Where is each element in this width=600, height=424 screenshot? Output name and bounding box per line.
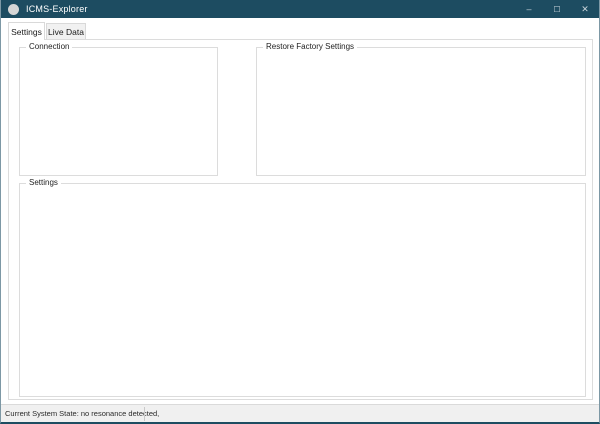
minimize-icon[interactable]: – <box>515 0 543 18</box>
close-icon[interactable]: ✕ <box>571 0 599 18</box>
system-state-text: Current System State: no resonance detec… <box>5 409 159 418</box>
connection-group-label: Connection <box>26 42 72 51</box>
title-bar: ICMS-Explorer – ☐ ✕ <box>1 0 599 18</box>
status-bar: Current System State: no resonance detec… <box>1 404 599 422</box>
settings-group-label: Settings <box>26 178 61 187</box>
app-icon <box>8 4 19 15</box>
window-title: ICMS-Explorer <box>26 4 88 14</box>
window-controls: – ☐ ✕ <box>515 0 599 18</box>
connection-group: Connection <box>19 47 218 176</box>
restore-factory-group: Restore Factory Settings <box>256 47 586 176</box>
app-window: ICMS-Explorer – ☐ ✕ Settings Live Data C… <box>0 0 600 424</box>
tab-live-data[interactable]: Live Data <box>46 23 86 40</box>
restore-factory-group-label: Restore Factory Settings <box>263 42 357 51</box>
maximize-icon[interactable]: ☐ <box>543 0 571 18</box>
statusbar-separator <box>144 407 145 421</box>
settings-group: Settings <box>19 183 586 397</box>
tab-settings[interactable]: Settings <box>8 22 45 40</box>
